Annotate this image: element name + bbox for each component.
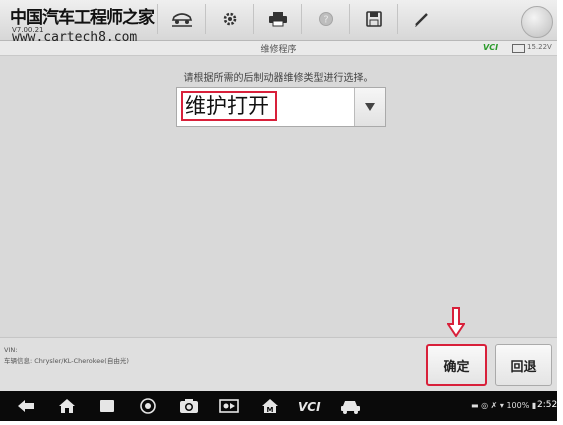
back-icon: [18, 400, 34, 412]
gear-icon: [223, 12, 236, 26]
nav-home-button[interactable]: [56, 396, 78, 416]
chevron-down-icon: [365, 103, 375, 111]
help-icon: ?: [318, 12, 333, 26]
voltage-readout: 15.22V: [527, 43, 552, 51]
vehicle-info: 车辆信息: Chrysler/KL-Cherokee(自由光): [4, 357, 129, 365]
save-button[interactable]: [349, 4, 397, 34]
vin-label: VIN:: [4, 346, 18, 354]
app-window: 中国汽车工程师之家 V7.00.21 www.cartech8.com ? 维修…: [0, 0, 557, 421]
ok-button[interactable]: 确定: [426, 344, 487, 386]
svg-text:?: ?: [323, 15, 328, 26]
vci-icon: VCI: [298, 400, 321, 413]
clock: 2:52: [537, 400, 557, 410]
nav-chrome-button[interactable]: [137, 396, 159, 416]
nav-camera-button[interactable]: [177, 396, 201, 416]
nav-maxisys-button[interactable]: M: [259, 396, 281, 416]
dropdown-button[interactable]: [354, 88, 385, 126]
watermark-site-name: 中国汽车工程师之家: [10, 8, 155, 28]
nav-recent-button[interactable]: [96, 396, 118, 416]
save-icon: [365, 11, 382, 27]
print-icon: [268, 12, 287, 27]
screen-record-icon: [219, 399, 239, 413]
nav-car-button[interactable]: [339, 396, 363, 416]
back-button[interactable]: 回退: [495, 344, 552, 386]
settings-button[interactable]: [205, 4, 253, 34]
maxisys-home-icon: M: [262, 399, 278, 414]
help-button[interactable]: ?: [301, 4, 349, 34]
nav-screenrecord-button[interactable]: [218, 396, 240, 416]
logo-area[interactable]: 中国汽车工程师之家 V7.00.21 www.cartech8.com: [6, 2, 156, 45]
vehicle-lift-icon: [171, 13, 192, 27]
chrome-icon: [140, 398, 156, 414]
main-content: 请根据所需的后制动器维修类型进行选择。 维护打开: [0, 56, 557, 336]
print-button[interactable]: [253, 4, 301, 34]
circle-button[interactable]: [521, 6, 553, 38]
vci-nav-text: VCI: [298, 400, 321, 413]
page-title: 维修程序: [260, 45, 297, 55]
vci-status-badge: VCI: [483, 43, 498, 52]
recent-apps-icon: [100, 400, 114, 412]
select-current-value[interactable]: 维护打开: [181, 91, 277, 121]
down-arrow-annotation-icon: [447, 307, 465, 337]
battery-percent: 100%: [506, 401, 530, 410]
car-icon: [341, 401, 360, 414]
vehicle-lift-button[interactable]: [157, 4, 205, 34]
edit-button[interactable]: [397, 4, 445, 34]
nav-vci-button[interactable]: VCI: [296, 396, 326, 416]
service-type-select[interactable]: 维护打开: [176, 87, 386, 127]
home-icon: [59, 399, 75, 413]
battery-icon: [512, 44, 525, 53]
status-indicators: ▬ ◎ ✗ ▾ 100% ▮: [471, 401, 537, 410]
camera-icon: [180, 399, 198, 413]
svg-text:M: M: [267, 406, 274, 414]
nav-back-button[interactable]: [15, 396, 37, 416]
instruction-text: 请根据所需的后制动器维修类型进行选择。: [183, 73, 374, 84]
system-nav-bar: M VCI ▬ ◎ ✗ ▾ 100% ▮ 2:52: [0, 391, 557, 421]
title-bar: 维修程序 VCI 15.22V: [0, 41, 557, 56]
top-toolbar: 中国汽车工程师之家 V7.00.21 www.cartech8.com ?: [0, 0, 557, 45]
vci-label: VCI: [483, 43, 499, 52]
pen-icon: [414, 13, 428, 27]
